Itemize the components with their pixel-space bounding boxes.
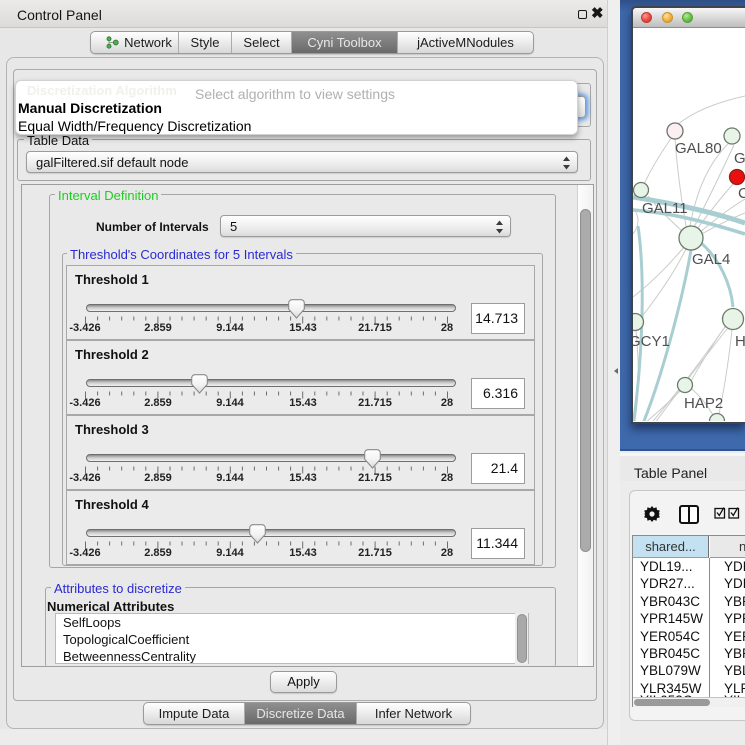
svg-text:C: C — [738, 185, 745, 202]
svg-text:H: H — [735, 333, 745, 350]
svg-text:G.: G. — [734, 150, 745, 167]
svg-text:GCY1: GCY1 — [633, 333, 670, 350]
svg-text:GAL11: GAL11 — [642, 200, 688, 217]
svg-text:GAL4: GAL4 — [692, 251, 730, 268]
svg-text:GAL80: GAL80 — [675, 140, 722, 157]
svg-text:HAP2: HAP2 — [684, 395, 723, 412]
